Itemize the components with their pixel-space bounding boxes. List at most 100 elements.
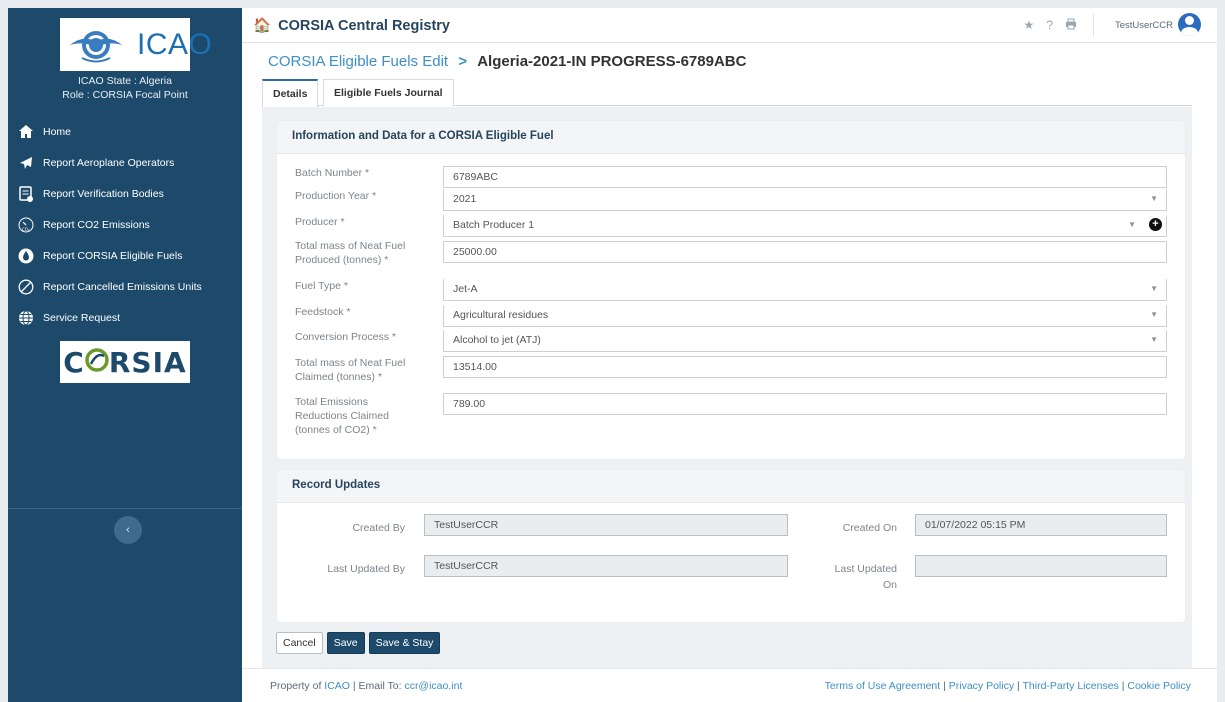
star-icon[interactable]: ★ bbox=[1024, 18, 1035, 33]
select-value: 2021 bbox=[453, 193, 477, 205]
fuel-type-select[interactable]: Jet-A ▼ bbox=[443, 279, 1167, 301]
producer-select[interactable]: Batch Producer 1 ▼ + bbox=[443, 215, 1167, 237]
add-producer-icon[interactable]: + bbox=[1149, 218, 1162, 231]
footer-property-text: Property of bbox=[270, 680, 322, 692]
privacy-link[interactable]: Privacy Policy bbox=[949, 680, 1014, 692]
tab-eligible-fuels-journal[interactable]: Eligible Fuels Journal bbox=[323, 79, 454, 106]
form-actions: Cancel Save Save & Stay bbox=[276, 632, 441, 654]
sidebar-divider bbox=[8, 508, 242, 509]
tab-bar: Details Eligible Fuels Journal bbox=[262, 79, 1192, 107]
icao-emblem-icon bbox=[68, 25, 124, 65]
field-label: Batch Number * bbox=[295, 167, 370, 179]
chevron-down-icon: ▼ bbox=[1150, 284, 1158, 293]
footer-separator: | bbox=[1121, 680, 1125, 692]
last-updated-by-label: Last Updated By bbox=[327, 563, 405, 575]
last-updated-on-label: Last Updated On bbox=[834, 563, 897, 591]
corsia-logo[interactable]: C RSIA bbox=[60, 341, 190, 383]
sidebar-item-aeroplane-operators[interactable]: Report Aeroplane Operators bbox=[8, 147, 242, 178]
info-card-title: Information and Data for a CORSIA Eligib… bbox=[277, 121, 1185, 154]
home-icon: 🏠 bbox=[253, 18, 272, 34]
print-icon[interactable] bbox=[1065, 18, 1077, 33]
sidebar: ICAO ICAO State : Algeria Role : CORSIA … bbox=[8, 8, 242, 702]
chevron-down-icon: ▼ bbox=[1150, 310, 1158, 319]
batch-number-input[interactable]: 6789ABC bbox=[443, 166, 1167, 188]
cancel-circle-icon bbox=[18, 279, 34, 295]
sidebar-item-eligible-fuels[interactable]: Report CORSIA Eligible Fuels bbox=[8, 240, 242, 271]
user-context: ICAO State : Algeria Role : CORSIA Focal… bbox=[8, 74, 242, 102]
select-value: Batch Producer 1 bbox=[453, 219, 535, 231]
plane-icon bbox=[18, 155, 34, 171]
field-label: Fuel Type * bbox=[295, 280, 348, 292]
tab-details[interactable]: Details bbox=[262, 79, 319, 107]
logo-text: ICAO bbox=[137, 27, 213, 61]
corsia-logo-c: C bbox=[63, 345, 85, 379]
corsia-logo-rest: RSIA bbox=[108, 345, 187, 379]
sidebar-item-label: Report Verification Bodies bbox=[43, 187, 164, 200]
user-name[interactable]: TestUserCCR bbox=[1115, 20, 1173, 31]
corsia-globe-icon bbox=[85, 346, 109, 379]
licenses-link[interactable]: Third-Party Licenses bbox=[1023, 680, 1119, 692]
globe-icon bbox=[18, 310, 34, 326]
mass-claimed-input[interactable]: 13514.00 bbox=[443, 356, 1167, 378]
breadcrumb: CORSIA Eligible Fuels Edit > Algeria-202… bbox=[268, 53, 746, 70]
gauge-icon: CO₂ bbox=[18, 217, 34, 233]
chevron-down-icon: ▼ bbox=[1150, 335, 1158, 344]
sidebar-item-label: Home bbox=[43, 125, 72, 138]
production-year-select[interactable]: 2021 ▼ bbox=[443, 189, 1167, 211]
footer-email-link[interactable]: ccr@icao.int bbox=[404, 680, 462, 692]
breadcrumb-current: Algeria-2021-IN PROGRESS-6789ABC bbox=[477, 53, 747, 70]
avatar[interactable] bbox=[1178, 13, 1201, 36]
terms-link[interactable]: Terms of Use Agreement bbox=[825, 680, 941, 692]
cookie-link[interactable]: Cookie Policy bbox=[1127, 680, 1191, 692]
top-divider bbox=[1093, 14, 1094, 37]
feedstock-select[interactable]: Agricultural residues ▼ bbox=[443, 305, 1167, 327]
fuel-drop-icon bbox=[18, 248, 34, 264]
record-updates-title: Record Updates bbox=[277, 470, 1185, 503]
save-button[interactable]: Save bbox=[326, 632, 365, 654]
sidebar-item-home[interactable]: Home bbox=[8, 116, 242, 147]
footer-links: Terms of Use Agreement | Privacy Policy … bbox=[825, 680, 1191, 692]
sidebar-item-label: Report Cancelled Emissions Units bbox=[43, 280, 202, 293]
created-on-label: Created On bbox=[842, 522, 897, 534]
footer-icao-link[interactable]: ICAO bbox=[324, 680, 350, 692]
mass-produced-input[interactable]: 25000.00 bbox=[443, 241, 1167, 263]
breadcrumb-separator: > bbox=[458, 53, 468, 70]
svg-text:CO₂: CO₂ bbox=[22, 227, 30, 232]
sidebar-nav: Home Report Aeroplane Operators Report V… bbox=[8, 116, 242, 333]
sidebar-item-co2-emissions[interactable]: CO₂ Report CO2 Emissions bbox=[8, 209, 242, 240]
field-label: Production Year * bbox=[295, 190, 377, 202]
icao-logo[interactable]: ICAO bbox=[60, 18, 212, 71]
sidebar-item-label: Report CO2 Emissions bbox=[43, 218, 150, 231]
app-title[interactable]: 🏠 CORSIA Central Registry bbox=[253, 17, 450, 34]
chevron-down-icon: ▼ bbox=[1150, 194, 1158, 203]
breadcrumb-parent-link[interactable]: CORSIA Eligible Fuels Edit bbox=[268, 53, 448, 70]
conversion-process-select[interactable]: Alcohol to jet (ATJ) ▼ bbox=[443, 330, 1167, 352]
help-icon[interactable]: ? bbox=[1046, 18, 1053, 33]
chevron-left-icon: ‹ bbox=[126, 524, 130, 536]
main-content: CORSIA Eligible Fuels Edit > Algeria-202… bbox=[242, 43, 1217, 668]
sidebar-item-label: Report Aeroplane Operators bbox=[43, 156, 175, 169]
document-icon bbox=[18, 185, 34, 202]
top-actions: ★ ? bbox=[1024, 18, 1077, 33]
sidebar-collapse-button[interactable]: ‹ bbox=[114, 516, 142, 544]
select-value: Agricultural residues bbox=[453, 309, 549, 321]
sidebar-item-cancelled-emissions[interactable]: Report Cancelled Emissions Units bbox=[8, 271, 242, 302]
emissions-reductions-input[interactable]: 789.00 bbox=[443, 393, 1167, 415]
field-label: Feedstock * bbox=[295, 306, 351, 318]
field-label: Total Emissions Reductions Claimed (tonn… bbox=[295, 396, 389, 436]
cancel-button[interactable]: Cancel bbox=[276, 632, 323, 654]
created-by-label: Created By bbox=[352, 522, 405, 534]
save-and-stay-button[interactable]: Save & Stay bbox=[368, 632, 441, 654]
last-updated-by-field: TestUserCCR bbox=[424, 555, 788, 577]
footer-separator: | bbox=[1017, 680, 1020, 692]
home-icon bbox=[18, 124, 34, 140]
last-updated-on-field bbox=[915, 555, 1167, 577]
created-on-field: 01/07/2022 05:15 PM bbox=[915, 514, 1167, 536]
record-updates-card: Record Updates Created By TestUserCCR Cr… bbox=[277, 470, 1185, 622]
field-label: Total mass of Neat Fuel Produced (tonnes… bbox=[295, 240, 406, 266]
footer-left: Property of ICAO | Email To: ccr@icao.in… bbox=[270, 680, 462, 692]
state-line: ICAO State : Algeria bbox=[78, 75, 172, 87]
app-title-text: CORSIA Central Registry bbox=[278, 18, 450, 34]
sidebar-item-service-request[interactable]: Service Request bbox=[8, 302, 242, 333]
sidebar-item-verification-bodies[interactable]: Report Verification Bodies bbox=[8, 178, 242, 209]
